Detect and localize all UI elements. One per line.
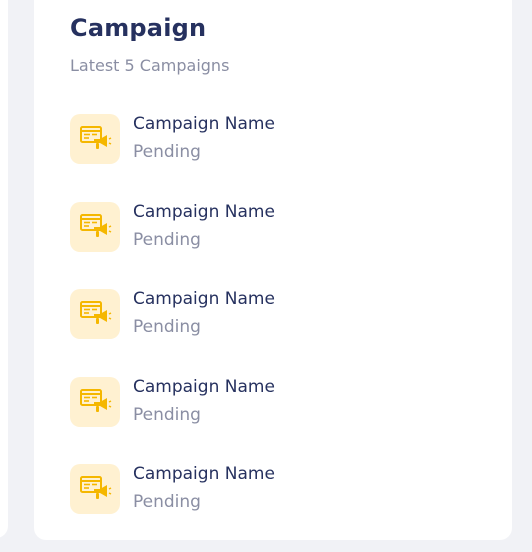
campaign-name: Campaign Name — [133, 464, 275, 484]
campaign-card: Campaign Latest 5 Campaigns Campaign Nam… — [34, 0, 512, 540]
campaign-megaphone-icon — [70, 201, 120, 252]
card-title: Campaign — [70, 14, 207, 42]
campaign-name: Campaign Name — [133, 289, 275, 309]
campaign-name: Campaign Name — [133, 376, 275, 397]
left-panel-edge — [0, 0, 8, 538]
campaign-megaphone-icon — [70, 376, 120, 427]
campaign-list-item[interactable]: Campaign Name Pending — [70, 289, 370, 339]
campaign-megaphone-icon — [70, 464, 120, 514]
campaign-list-item[interactable]: Campaign Name Pending — [70, 464, 370, 514]
campaign-name: Campaign Name — [133, 201, 275, 222]
campaign-list-item[interactable]: Campaign Name Pending — [70, 376, 370, 427]
campaign-status: Pending — [133, 229, 201, 250]
campaign-list-item[interactable]: Campaign Name Pending — [70, 201, 370, 252]
card-subtitle: Latest 5 Campaigns — [70, 56, 230, 75]
campaign-list-item[interactable]: Campaign Name Pending — [70, 114, 370, 164]
campaign-status: Pending — [133, 492, 201, 512]
campaign-status: Pending — [133, 404, 201, 425]
campaign-megaphone-icon — [70, 114, 120, 164]
campaign-status: Pending — [133, 142, 201, 162]
campaign-list: Campaign Name Pending Campaign Name Pend — [70, 114, 370, 552]
campaign-status: Pending — [133, 317, 201, 337]
campaign-name: Campaign Name — [133, 114, 275, 134]
campaign-megaphone-icon — [70, 289, 120, 339]
